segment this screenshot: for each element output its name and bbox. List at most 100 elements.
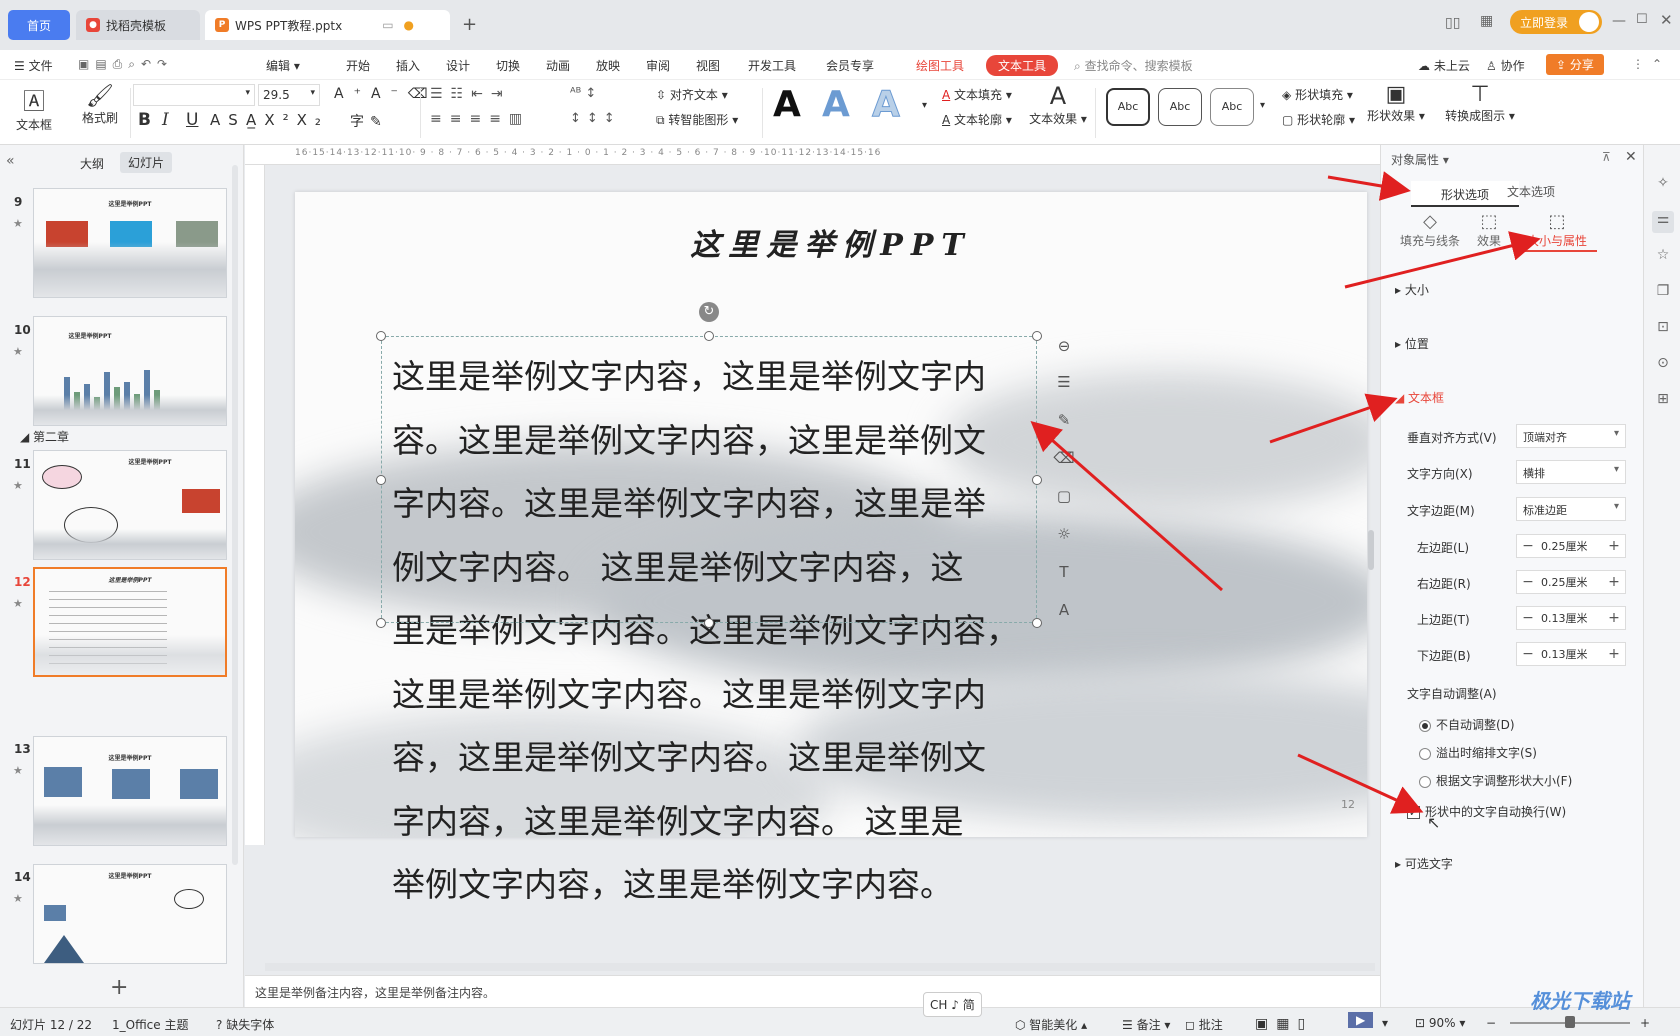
text-convert-icon[interactable]: T (1050, 558, 1078, 586)
resize-handle[interactable] (704, 618, 714, 628)
layout-icon[interactable]: ▯▯ (1445, 15, 1460, 31)
play-button[interactable]: ▶ (1348, 1012, 1374, 1028)
text-outline-button[interactable]: A 文本轮廓 ▾ (942, 111, 1012, 128)
style-gallery-more[interactable]: ▾ (922, 100, 927, 111)
minus-icon[interactable]: − (1517, 538, 1539, 554)
resize-handle[interactable] (376, 475, 386, 485)
slide-thumbnail-14[interactable]: 这里是举例PPT (33, 864, 227, 964)
radio-resize-shape[interactable]: 根据文字调整形状大小(F) (1419, 772, 1572, 789)
animation-icon[interactable]: ☆ (1652, 247, 1674, 269)
font-format-icons[interactable]: ASA̲X²X₂ (210, 111, 329, 129)
textbox-button[interactable]: 🄰 文本框 (12, 84, 56, 133)
spacing-icons[interactable]: ᴬᴮ ↕ (570, 86, 596, 101)
missing-font-button[interactable]: ? 缺失字体 (216, 1016, 274, 1033)
menu-item-view[interactable]: 视图 (696, 57, 720, 74)
sub-fill-line[interactable]: ◇ 填充与线条 (1395, 211, 1465, 249)
new-tab-button[interactable]: + (462, 14, 477, 35)
text-style-black[interactable]: A (773, 84, 801, 125)
frame-icon[interactable]: ▢ (1050, 482, 1078, 510)
menu-item-design[interactable]: 设计 (446, 57, 470, 74)
theme-name[interactable]: 1_Office 主题 (112, 1016, 188, 1033)
text-fill-button[interactable]: A 文本填充 ▾ (942, 86, 1012, 103)
tab-slides[interactable]: 幻灯片 (120, 152, 173, 173)
lightbulb-icon[interactable]: ☼ (1050, 520, 1078, 548)
edit-menu[interactable]: 编辑 ▾ (266, 57, 300, 74)
menu-item-transition[interactable]: 切换 (496, 57, 520, 74)
chapter-section[interactable]: ◢ 第二章 (20, 428, 69, 445)
maximize-icon[interactable]: ☐ (1636, 12, 1648, 27)
file-menu[interactable]: ☰ 文件 (14, 57, 53, 74)
plus-icon[interactable]: + (1603, 646, 1625, 662)
section-position[interactable]: ▸ 位置 (1395, 335, 1429, 352)
sub-size-attr[interactable]: ⬚ 大小与属性 (1517, 211, 1597, 252)
book-icon[interactable]: ⊞ (1652, 391, 1674, 413)
minus-icon[interactable]: − (1517, 574, 1539, 590)
menu-item-text-tool[interactable]: 文本工具 (986, 55, 1059, 76)
monitor-icon[interactable]: ▭ (382, 18, 393, 32)
zoom-out-icon[interactable]: − (1486, 1016, 1496, 1030)
slide-thumbnail-11[interactable]: 这里是举例PPT (33, 450, 227, 560)
text-effect-button[interactable]: A 文本效果 ▾ (1028, 82, 1088, 127)
tab-template[interactable]: ● 找稻壳模板 (76, 10, 200, 40)
convert-smart-button[interactable]: ⧉ 转智能图形 ▾ (656, 111, 738, 128)
tab-text-options[interactable]: 文本选项 (1507, 183, 1555, 200)
slide-body-text[interactable]: 这里是举例文字内容，这里是举例文字内 容。这里是举例文字内容，这里是举例文 字内… (392, 345, 1052, 917)
rotate-handle-icon[interactable]: ↻ (699, 302, 719, 322)
resize-handle[interactable] (376, 618, 386, 628)
left-margin-stepper[interactable]: −0.25厘米 + (1516, 534, 1626, 558)
slides-icon[interactable]: ❐ (1652, 283, 1674, 305)
collab-button[interactable]: ♙ 协作 (1486, 57, 1525, 74)
location-icon[interactable]: ⊙ (1652, 355, 1674, 377)
menu-item-animation[interactable]: 动画 (546, 57, 570, 74)
plus-icon[interactable]: + (1603, 538, 1625, 554)
horizontal-scrollbar[interactable] (265, 963, 1375, 971)
font-size-select[interactable]: 29.5 ▾ (258, 84, 320, 106)
cloud-status[interactable]: ☁ 未上云 (1418, 57, 1470, 74)
login-button[interactable]: 立即登录 (1510, 10, 1602, 34)
sub-effect[interactable]: ⬚ 效果 (1467, 211, 1511, 249)
quick-access-icons[interactable]: ▣▤⎙⌕↶↷ (78, 57, 173, 72)
align-text-button[interactable]: ⇳ 对齐文本 ▾ (656, 86, 728, 103)
zoom-value[interactable]: ⊡ 90% ▾ (1415, 1016, 1465, 1030)
menu-item-developer[interactable]: 开发工具 (748, 57, 796, 74)
shape-outline-button[interactable]: ▢ 形状轮廓 ▾ (1282, 111, 1355, 128)
shape-style-3[interactable]: Abc (1210, 88, 1254, 126)
beautify-button[interactable]: ⬡ 智能美化 ▴ (1015, 1016, 1087, 1033)
underline-button[interactable]: U (186, 110, 198, 130)
list-icons[interactable]: ☰☷⇤⇥ (430, 86, 511, 102)
slide-thumbnail-13[interactable]: 这里是举例PPT (33, 736, 227, 846)
properties-icon[interactable]: ⚌ (1652, 211, 1674, 233)
pen-icon[interactable]: ✎ (1050, 406, 1078, 434)
radio-shrink-overflow[interactable]: 溢出时缩排文字(S) (1419, 744, 1537, 761)
canvas-scrollbar[interactable] (1368, 530, 1374, 570)
plus-icon[interactable]: + (1603, 610, 1625, 626)
right-margin-stepper[interactable]: −0.25厘米 + (1516, 570, 1626, 594)
backup-icon[interactable]: ⊡ (1652, 319, 1674, 341)
slide-title[interactable]: 这里是举例PPT (295, 220, 1367, 264)
add-slide-button[interactable]: + (110, 975, 128, 1000)
minus-icon[interactable]: − (1517, 646, 1539, 662)
menu-item-slideshow[interactable]: 放映 (596, 57, 620, 74)
comments-button[interactable]: ◻ 批注 (1185, 1016, 1223, 1033)
shape-fill-button[interactable]: ◈ 形状填充 ▾ (1282, 86, 1353, 103)
play-options[interactable]: ▾ (1382, 1016, 1388, 1030)
shape-style-2[interactable]: Abc (1158, 88, 1202, 126)
format-painter-button[interactable]: 🖌 格式刷 (78, 84, 122, 126)
italic-button[interactable]: I (162, 110, 169, 130)
resize-handle[interactable] (1032, 331, 1042, 341)
resize-handle[interactable] (1032, 618, 1042, 628)
menu-item-insert[interactable]: 插入 (396, 57, 420, 74)
grid-icon[interactable]: ▦ (1480, 13, 1493, 29)
tab-document[interactable]: P WPS PPT教程.pptx ▭ ● (205, 10, 450, 40)
eraser-icon[interactable]: ⌫ (1050, 444, 1078, 472)
text-style-outline[interactable]: A (872, 84, 901, 126)
resize-handle[interactable] (1032, 475, 1042, 485)
text-style-blue[interactable]: A (822, 84, 850, 125)
line-spacing-icons[interactable]: ↕↕↕ (570, 111, 621, 126)
shape-effect-button[interactable]: ▣ 形状效果 ▾ (1366, 82, 1426, 124)
layers-icon[interactable]: ☰ (1050, 368, 1078, 396)
close-icon[interactable]: ✕ (1660, 11, 1673, 29)
shape-style-1[interactable]: Abc (1106, 88, 1150, 126)
menu-item-start[interactable]: 开始 (346, 57, 370, 74)
slide-thumbnail-9[interactable]: 这里是举例PPT (33, 188, 227, 298)
